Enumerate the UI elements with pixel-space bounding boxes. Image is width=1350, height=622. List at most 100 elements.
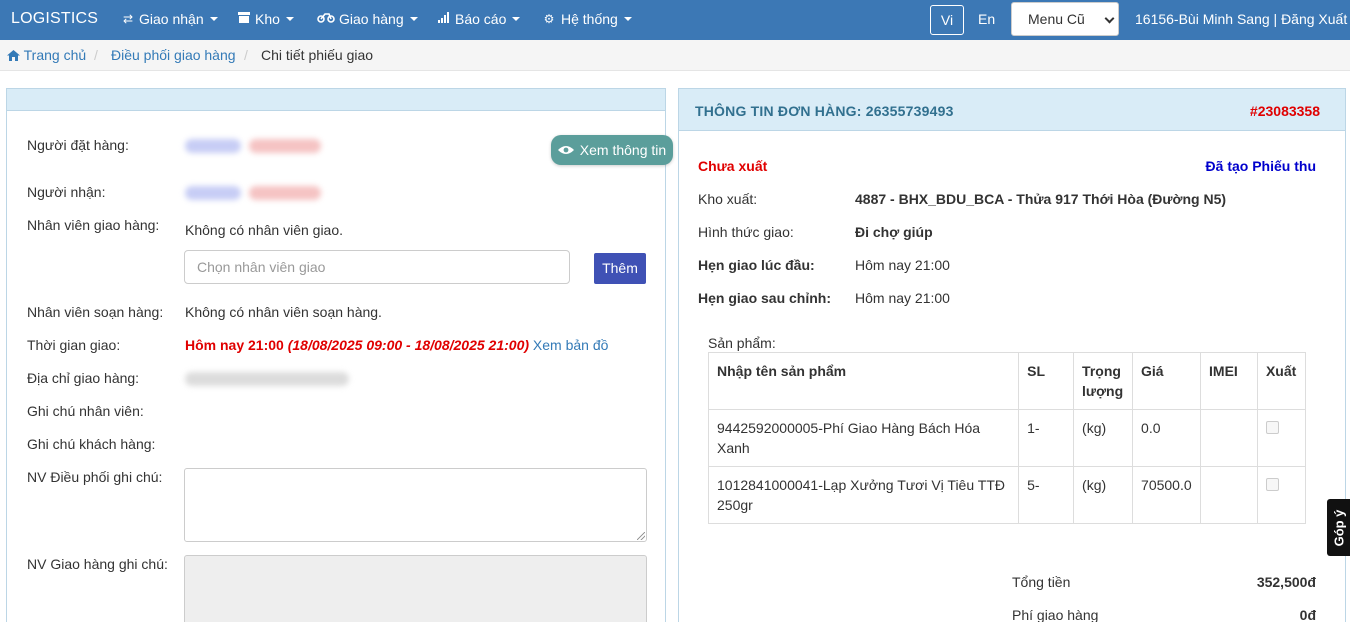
product-price: 70500.0: [1132, 466, 1202, 524]
lang-en-button[interactable]: En: [978, 11, 995, 27]
brand-logo[interactable]: LOGISTICS: [11, 10, 98, 28]
caret-down-icon: [285, 17, 294, 21]
address-label: Địa chỉ giao hàng:: [27, 370, 140, 386]
col-quantity: SL: [1018, 352, 1075, 410]
breadcrumb-home[interactable]: Trang chủ: [7, 47, 86, 63]
col-product-name: Nhập tên sản phẩm: [707, 352, 1020, 410]
shipping-fee-value: 0đ: [1299, 607, 1316, 622]
breadcrumb-dieu-phoi[interactable]: Điều phối giao hàng: [111, 47, 236, 63]
table-row: 1012841000041-Lạp Xưởng Tươi Vị Tiêu TTĐ…: [707, 466, 1307, 524]
orderer-phone-redacted: [249, 139, 321, 153]
motorbike-icon: [317, 12, 335, 26]
shipper-note-textarea: [184, 555, 647, 622]
exchange-icon: ⇄: [122, 12, 134, 26]
caret-down-icon: [209, 17, 218, 21]
table-header-row: Nhập tên sản phẩm SL Trọng lượng Giá IME…: [707, 352, 1307, 410]
total-label: Tổng tiền: [1012, 574, 1071, 590]
product-name: 9442592000005-Phí Giao Hàng Bách Hóa Xan…: [707, 409, 1020, 467]
total-value: 352,500đ: [1256, 574, 1316, 590]
breadcrumb: Trang chủ / Điều phối giao hàng / Chi ti…: [0, 40, 1350, 71]
bar-chart-icon: [437, 12, 451, 26]
panel-heading: [7, 89, 665, 111]
nav-giao-nhan[interactable]: ⇄ Giao nhận: [121, 11, 218, 27]
col-imei: IMEI: [1200, 352, 1258, 410]
customer-note-label: Ghi chú khách hàng:: [27, 436, 156, 452]
export-checkbox[interactable]: [1265, 421, 1279, 434]
packing-staff-label: Nhân viên soạn hàng:: [27, 304, 164, 320]
dispatcher-note-label: NV Điều phối ghi chú:: [27, 469, 163, 485]
delivery-method-value: Đi chợ giúp: [855, 224, 933, 240]
delivery-time-main: Hôm nay 21:00: [185, 337, 284, 353]
user-logout-link[interactable]: 16156-Bùi Minh Sang | Đăng Xuất: [1135, 11, 1347, 27]
menu-select-value: Menu Cũ: [1028, 11, 1085, 27]
add-staff-button[interactable]: Thêm: [594, 253, 646, 284]
address-redacted: [185, 372, 349, 386]
nav-giao-nhan-label: Giao nhận: [139, 11, 204, 27]
breadcrumb-separator: /: [94, 47, 98, 63]
product-imei: [1200, 466, 1258, 524]
eye-icon: [557, 146, 574, 154]
nav-bao-cao[interactable]: Báo cáo: [437, 11, 521, 27]
export-status: Chưa xuất: [698, 158, 768, 174]
product-quantity: 5-: [1018, 466, 1075, 524]
lang-vi-button[interactable]: Vi: [930, 5, 964, 35]
col-weight: Trọng lượng: [1073, 352, 1134, 410]
home-icon: [7, 50, 20, 61]
delivery-staff-label: Nhân viên giao hàng:: [27, 217, 160, 233]
caret-down-icon: [512, 17, 521, 21]
product-quantity: 1-: [1018, 409, 1075, 467]
nav-giao-hang[interactable]: Giao hàng: [317, 11, 418, 27]
product-price: 0.0: [1132, 409, 1202, 467]
col-export: Xuất: [1256, 352, 1307, 410]
panel-heading: THÔNG TIN ĐƠN HÀNG: 26355739493 #2308335…: [679, 89, 1345, 131]
delivery-staff-value: Không có nhân viên giao.: [185, 222, 344, 238]
view-info-button[interactable]: Xem thông tin: [551, 135, 673, 165]
view-map-link[interactable]: Xem bản đồ: [533, 337, 609, 353]
feedback-label: Góp ý: [1331, 509, 1346, 546]
dispatcher-note-textarea[interactable]: [184, 468, 647, 542]
breadcrumb-current: Chi tiết phiếu giao: [261, 47, 374, 63]
receiver-label: Người nhận:: [27, 184, 106, 200]
delivery-time-label: Thời gian giao:: [27, 337, 121, 353]
nav-kho[interactable]: Kho: [237, 11, 294, 27]
adjusted-appointment-label: Hẹn giao sau chỉnh:: [698, 290, 832, 306]
receipt-status[interactable]: Đã tạo Phiếu thu: [1206, 158, 1316, 174]
delivery-staff-select[interactable]: Chọn nhân viên giao: [184, 250, 570, 284]
nav-kho-label: Kho: [255, 11, 280, 27]
order-code[interactable]: #23083358: [1250, 103, 1320, 119]
view-info-label: Xem thông tin: [579, 142, 667, 158]
export-checkbox[interactable]: [1265, 478, 1279, 491]
caret-down-icon: [623, 17, 632, 21]
product-name: 1012841000041-Lạp Xưởng Tươi Vị Tiêu TTĐ…: [707, 466, 1020, 524]
warehouse-label: Kho xuất:: [698, 191, 758, 207]
packing-staff-value: Không có nhân viên soạn hàng.: [185, 304, 382, 320]
box-icon: [237, 12, 251, 26]
delivery-method-label: Hình thức giao:: [698, 224, 794, 240]
shipper-note-label: NV Giao hàng ghi chú:: [27, 556, 168, 572]
warehouse-value: 4887 - BHX_BDU_BCA - Thửa 917 Thới Hòa (…: [855, 191, 1227, 207]
chevron-down-icon: [1104, 13, 1115, 24]
breadcrumb-home-label: Trang chủ: [23, 47, 87, 63]
feedback-tab[interactable]: Góp ý: [1327, 499, 1350, 556]
product-weight: (kg): [1073, 466, 1134, 524]
resize-handle[interactable]: [637, 532, 645, 540]
staff-note-label: Ghi chú nhân viên:: [27, 403, 144, 419]
adjusted-appointment-value: Hôm nay 21:00: [855, 290, 950, 306]
nav-he-thong[interactable]: ⚙ Hệ thống: [541, 11, 632, 27]
shipping-fee-label: Phí giao hàng: [1012, 607, 1099, 622]
orderer-name-redacted: [185, 139, 241, 153]
nav-giao-hang-label: Giao hàng: [339, 11, 404, 27]
product-weight: (kg): [1073, 409, 1134, 467]
product-export-cell: [1256, 409, 1307, 467]
product-export-cell: [1256, 466, 1307, 524]
nav-bao-cao-label: Báo cáo: [455, 11, 507, 27]
menu-select[interactable]: Menu Cũ: [1011, 2, 1119, 36]
caret-down-icon: [409, 17, 418, 21]
initial-appointment-label: Hẹn giao lúc đầu:: [698, 257, 815, 273]
table-row: 9442592000005-Phí Giao Hàng Bách Hóa Xan…: [707, 409, 1307, 467]
receiver-phone-redacted: [249, 186, 321, 200]
delivery-info-panel: Xem thông tin Người đặt hàng: Người nhận…: [6, 88, 673, 622]
receiver-name-redacted: [185, 186, 241, 200]
products-table: Nhập tên sản phẩm SL Trọng lượng Giá IME…: [707, 352, 1307, 524]
order-info-panel: THÔNG TIN ĐƠN HÀNG: 26355739493 #2308335…: [678, 88, 1346, 622]
